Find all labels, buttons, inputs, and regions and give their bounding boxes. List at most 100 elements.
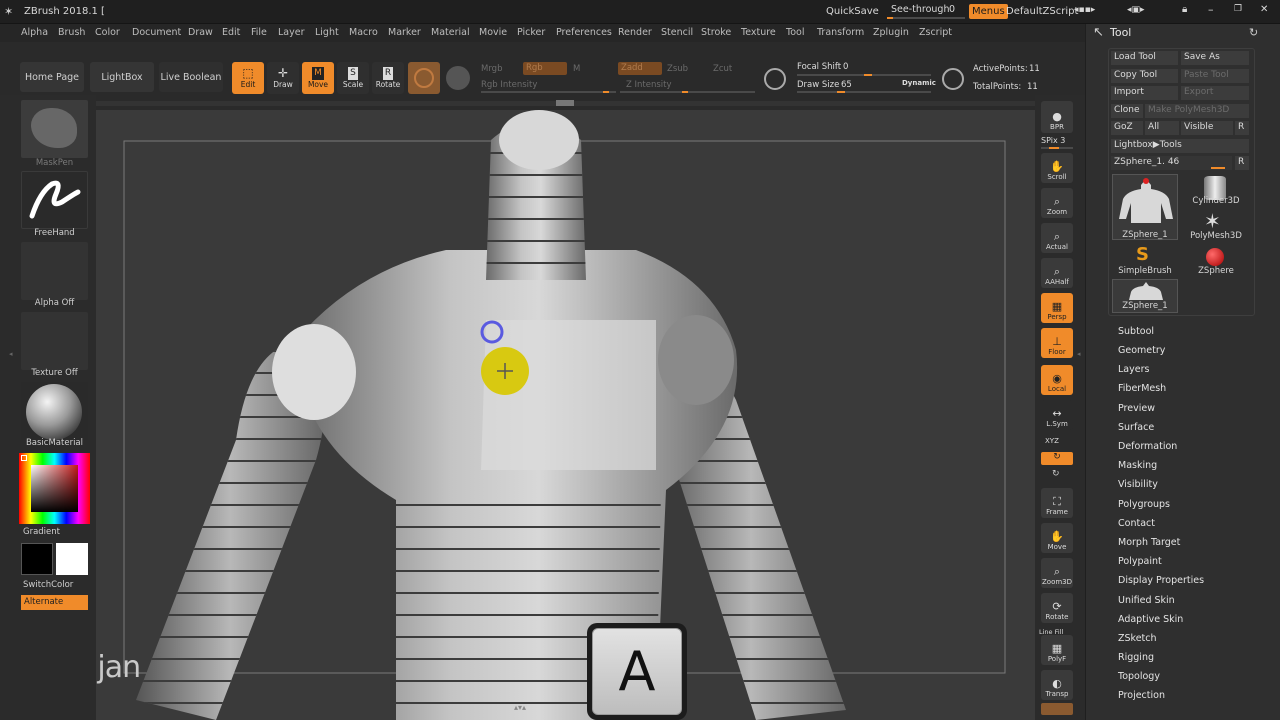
simplebrush-icon[interactable]: S [1136, 244, 1149, 265]
draw-mode-button[interactable]: ✛ Draw [267, 62, 299, 94]
current-tool-slider[interactable]: ZSphere_1. 46 [1111, 156, 1232, 170]
menu-marker[interactable]: Marker [388, 27, 421, 38]
m-button[interactable]: M [573, 64, 580, 74]
menu-tool[interactable]: Tool [786, 27, 804, 38]
section-polygroups[interactable]: Polygroups [1118, 499, 1170, 510]
save-as-button[interactable]: Save As [1181, 51, 1249, 65]
texture-slot[interactable] [21, 312, 88, 370]
tool-panel-title[interactable]: Tool [1110, 26, 1131, 39]
menu-stencil[interactable]: Stencil [661, 27, 693, 38]
section-surface[interactable]: Surface [1118, 422, 1154, 433]
menu-zscript[interactable]: Zscript [919, 27, 952, 38]
home-page-button[interactable]: Home Page [20, 62, 84, 92]
section-layers[interactable]: Layers [1118, 364, 1149, 375]
minimize-icon[interactable]: – [1208, 3, 1214, 16]
aahalf-button[interactable]: ⌕ AAHalf [1041, 258, 1073, 288]
solo-button[interactable] [1041, 703, 1073, 715]
transp-button[interactable]: ◐ Transp [1041, 670, 1073, 700]
color-saturation-square[interactable] [31, 465, 78, 512]
focal-shift-label[interactable]: Focal Shift [797, 62, 841, 72]
quicksave-button[interactable]: QuickSave [826, 6, 879, 17]
zoom-button[interactable]: ⌕ Zoom [1041, 188, 1073, 218]
goz-button[interactable]: GoZ [1111, 121, 1143, 135]
section-masking[interactable]: Masking [1118, 460, 1157, 471]
spix-slider[interactable] [1041, 147, 1073, 149]
head-sphere[interactable] [499, 110, 579, 170]
tray-collapse-icon[interactable]: ◂ [9, 350, 13, 358]
goz-all-button[interactable]: All [1145, 121, 1179, 135]
section-fibermesh[interactable]: FiberMesh [1118, 383, 1166, 394]
z-intensity-slider[interactable] [620, 91, 755, 93]
paste-tool-button[interactable]: Paste Tool [1181, 69, 1249, 83]
seethrough-label[interactable]: See-through [891, 4, 949, 15]
goz-r-button[interactable]: R [1235, 121, 1249, 135]
zoom3d-button[interactable]: ⌕ Zoom3D [1041, 558, 1073, 588]
menu-stroke[interactable]: Stroke [701, 27, 731, 38]
right-shoulder[interactable] [658, 315, 734, 405]
menu-movie[interactable]: Movie [479, 27, 507, 38]
section-unified-skin[interactable]: Unified Skin [1118, 595, 1175, 606]
draw-size-slider[interactable] [797, 91, 931, 93]
move-mode-button[interactable]: M Move [302, 62, 334, 94]
z-intensity-label[interactable]: Z Intensity [626, 80, 672, 90]
switchcolor-button[interactable]: SwitchColor [23, 580, 73, 590]
alpha-slot[interactable] [21, 242, 88, 300]
section-preview[interactable]: Preview [1118, 403, 1155, 414]
tool-thumb-label-2[interactable]: Cylinder3D [1184, 196, 1248, 206]
tool-thumb-label-5[interactable]: ZSphere [1184, 266, 1248, 276]
section-projection[interactable]: Projection [1118, 690, 1165, 701]
palette-arrows-icon[interactable]: ◂▪▪▸ [1074, 5, 1095, 15]
menu-macro[interactable]: Macro [349, 27, 378, 38]
stroke-slot[interactable] [21, 171, 88, 229]
sculptris-pro-button[interactable] [408, 62, 440, 94]
rgb-intensity-label[interactable]: Rgb Intensity [481, 80, 537, 90]
current-tool-r-button[interactable]: R [1235, 156, 1249, 170]
frame-button[interactable]: ⛶ Frame [1041, 488, 1073, 518]
section-subtool[interactable]: Subtool [1118, 326, 1154, 337]
section-zsketch[interactable]: ZSketch [1118, 633, 1157, 644]
export-button[interactable]: Export [1181, 86, 1249, 100]
rotate-view-button[interactable]: ⟳ Rotate [1041, 593, 1073, 623]
bpr-button[interactable]: ● BPR [1041, 101, 1073, 133]
material-sphere-icon[interactable] [446, 66, 470, 90]
main-color-swatch[interactable] [21, 543, 53, 575]
copy-tool-button[interactable]: Copy Tool [1111, 69, 1178, 83]
menu-draw[interactable]: Draw [188, 27, 213, 38]
persp-button[interactable]: ▦ Persp [1041, 293, 1073, 323]
bottom-tray-arrows-icon[interactable]: ▴▾▴ [514, 703, 526, 712]
mrgb-button[interactable]: Mrgb [481, 64, 502, 74]
tool-thumb-label-4[interactable]: SimpleBrush [1112, 266, 1178, 276]
menu-edit[interactable]: Edit [222, 27, 240, 38]
color-picker[interactable] [19, 453, 90, 524]
brush-slot[interactable] [21, 100, 88, 158]
xyz-rotate-toggle[interactable]: ↻ [1041, 452, 1073, 465]
section-display-properties[interactable]: Display Properties [1118, 575, 1204, 586]
menu-render[interactable]: Render [618, 27, 652, 38]
floor-button[interactable]: ⊥ Floor [1041, 328, 1073, 358]
section-polypaint[interactable]: Polypaint [1118, 556, 1162, 567]
menu-zplugin[interactable]: Zplugin [873, 27, 909, 38]
menu-light[interactable]: Light [315, 27, 339, 38]
draw-size-label[interactable]: Draw Size [797, 80, 839, 90]
menu-layer[interactable]: Layer [278, 27, 305, 38]
lsym-button[interactable]: ↔ L.Sym [1041, 400, 1073, 430]
maximize-icon[interactable]: ❐ [1234, 4, 1242, 14]
material-slot[interactable] [21, 382, 88, 440]
xyz-button[interactable]: XYZ [1045, 437, 1059, 445]
spix-label[interactable]: SPix 3 [1041, 136, 1065, 145]
alternate-button[interactable]: Alternate [21, 595, 88, 610]
menu-document[interactable]: Document [132, 27, 181, 38]
refresh-icon[interactable]: ↻ [1249, 26, 1258, 39]
menu-file[interactable]: File [251, 27, 267, 38]
polymesh3d-star-icon[interactable]: ✶ [1204, 209, 1221, 233]
rgb-button[interactable]: Rgb [523, 62, 567, 75]
live-boolean-button[interactable]: Live Boolean [159, 62, 223, 92]
color-selector-marker[interactable] [21, 455, 27, 461]
menu-material[interactable]: Material [431, 27, 470, 38]
section-geometry[interactable]: Geometry [1118, 345, 1165, 356]
scale-mode-button[interactable]: S Scale [337, 62, 369, 94]
zsphere-icon[interactable] [1206, 248, 1224, 266]
left-shoulder[interactable] [272, 324, 356, 420]
menu-brush[interactable]: Brush [58, 27, 85, 38]
dynamic-button[interactable]: Dynamic [902, 79, 936, 87]
